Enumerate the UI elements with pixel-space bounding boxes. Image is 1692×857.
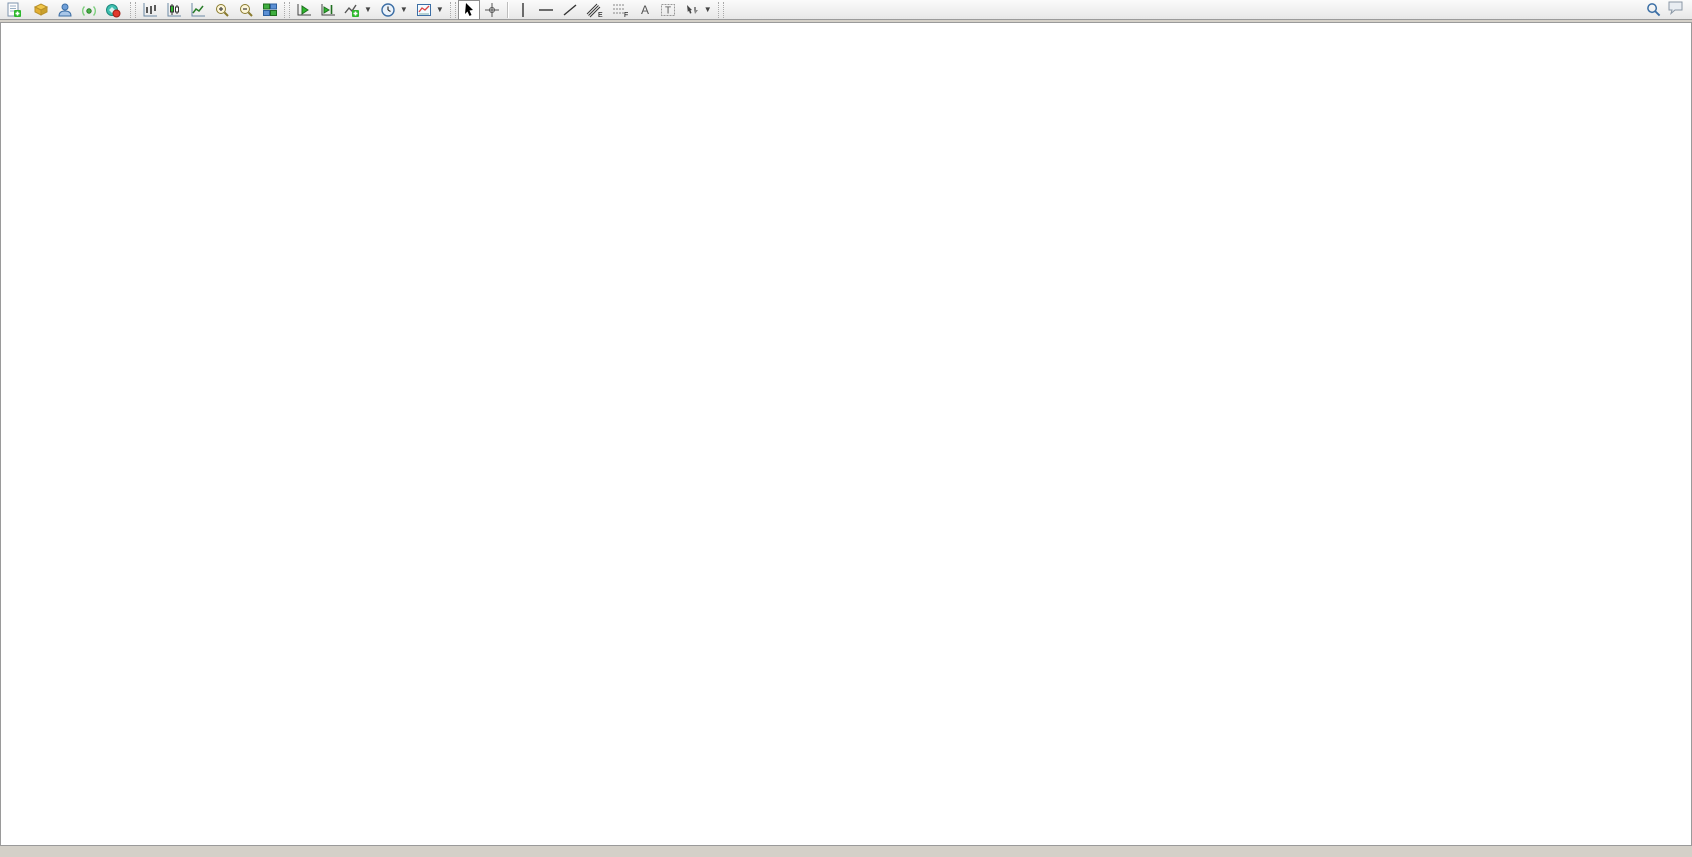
- toolbar-grip: [130, 2, 136, 18]
- zoom-out-button[interactable]: [234, 0, 258, 20]
- equidistant-channel-icon: E: [586, 2, 604, 18]
- vertical-line-icon: [516, 2, 530, 18]
- dropdown-arrow-icon: ▼: [704, 5, 712, 14]
- templates-button[interactable]: ▼: [412, 0, 448, 20]
- indicators-button[interactable]: ▼: [340, 0, 376, 20]
- tile-windows-button[interactable]: [258, 0, 282, 20]
- svg-text:E: E: [598, 12, 603, 18]
- chart-canvas[interactable]: [0, 0, 1692, 857]
- clock-icon: [380, 2, 396, 18]
- bar-chart-icon: [142, 2, 158, 18]
- zoom-out-icon: [238, 2, 254, 18]
- chart-shift-icon: [320, 2, 336, 18]
- data-folder-icon: [33, 2, 49, 18]
- text-label-tool-button[interactable]: T: [656, 0, 680, 20]
- periods-button[interactable]: ▼: [376, 0, 412, 20]
- candlestick-mode-button[interactable]: [162, 0, 186, 20]
- trendline-icon: [562, 2, 578, 18]
- channel-tool-button[interactable]: E: [582, 0, 608, 20]
- main-toolbar: ▼ ▼ ▼ E F A: [0, 0, 1692, 20]
- candlestick-icon: [166, 2, 182, 18]
- toolbar-grip: [718, 2, 724, 18]
- auto-trading-button[interactable]: [101, 0, 128, 20]
- chat-bubble-icon: [1667, 0, 1684, 15]
- toolbar-grip: [450, 2, 456, 18]
- crosshair-icon: [484, 2, 500, 18]
- line-chart-mode-button[interactable]: [186, 0, 210, 20]
- data-window-button[interactable]: [29, 0, 53, 20]
- bar-chart-mode-button[interactable]: [138, 0, 162, 20]
- new-order-icon: [6, 2, 22, 18]
- signals-button[interactable]: [77, 0, 101, 20]
- signal-icon: [81, 2, 97, 18]
- dropdown-arrow-icon: ▼: [400, 5, 408, 14]
- chart-shift-button[interactable]: [316, 0, 340, 20]
- fibonacci-tool-button[interactable]: F: [608, 0, 634, 20]
- toolbar-separator: [507, 2, 509, 18]
- text-tool-button[interactable]: A: [634, 0, 656, 20]
- line-chart-icon: [190, 2, 206, 18]
- dropdown-arrow-icon: ▼: [436, 5, 444, 14]
- new-order-button[interactable]: [2, 0, 29, 20]
- dropdown-arrow-icon: ▼: [364, 5, 372, 14]
- svg-text:A: A: [641, 3, 649, 17]
- indicators-icon: [344, 2, 360, 18]
- tile-windows-icon: [262, 2, 278, 18]
- auto-trading-icon: [105, 2, 121, 18]
- horizontal-line-tool-button[interactable]: [534, 0, 558, 20]
- shapes-icon: [684, 2, 700, 18]
- zoom-in-button[interactable]: [210, 0, 234, 20]
- market-watch-button[interactable]: [53, 0, 77, 20]
- auto-scroll-button[interactable]: [292, 0, 316, 20]
- svg-text:F: F: [624, 12, 628, 18]
- crosshair-tool-button[interactable]: [480, 0, 504, 20]
- cursor-tool-button[interactable]: [458, 0, 480, 20]
- notifications-button[interactable]: [1667, 0, 1684, 20]
- text-label-icon: T: [660, 2, 676, 18]
- fibonacci-icon: F: [612, 2, 630, 18]
- svg-text:T: T: [665, 5, 671, 16]
- profile-icon: [57, 2, 73, 18]
- zoom-in-icon: [214, 2, 230, 18]
- toolbar-grip: [284, 2, 290, 18]
- vertical-line-tool-button[interactable]: [512, 0, 534, 20]
- template-icon: [416, 2, 432, 18]
- search-icon[interactable]: [1646, 2, 1661, 17]
- trendline-tool-button[interactable]: [558, 0, 582, 20]
- text-icon: A: [638, 2, 652, 18]
- horizontal-line-icon: [538, 3, 554, 17]
- mt4-window: ▼ ▼ ▼ E F A: [0, 0, 1692, 857]
- auto-scroll-icon: [296, 2, 312, 18]
- arrows-tool-button[interactable]: ▼: [680, 0, 716, 20]
- cursor-icon: [462, 2, 476, 17]
